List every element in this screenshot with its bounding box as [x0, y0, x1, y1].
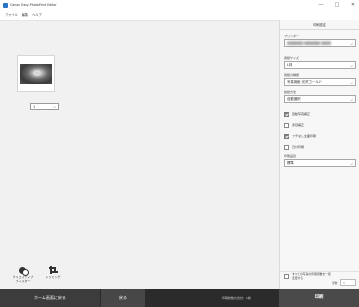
- media-label: 用紙の種類: [284, 73, 300, 77]
- borderless-label: フチなし全面印刷: [292, 134, 317, 138]
- minimize-button[interactable]: —: [317, 0, 325, 10]
- chevron-down-icon: ⌵: [349, 97, 353, 102]
- title-bar: Canon Easy-PhotoPrint Editor — □ ✕: [0, 0, 359, 10]
- printer-value: ■■■■■ ■■■■■ ■■■: [287, 41, 331, 45]
- crop-icon: [48, 266, 58, 275]
- panel-title: 印刷設定: [280, 20, 359, 30]
- checkbox-checked: [284, 133, 289, 139]
- preview-area: 1 ⌵: [0, 20, 279, 299]
- app-window: Canon Easy-PhotoPrint Editor — □ ✕ ファイル …: [0, 0, 359, 307]
- print-button[interactable]: 印刷: [279, 289, 359, 307]
- app-icon: [3, 2, 8, 8]
- creative-filter-icon: [18, 266, 29, 276]
- window-controls: — □ ✕: [317, 0, 357, 10]
- photo-thumbnail[interactable]: [17, 55, 55, 92]
- printer-select[interactable]: ■■■■■ ■■■■■ ■■■ ⌵: [284, 39, 356, 47]
- paper-size-select[interactable]: L判 ⌵: [284, 61, 356, 69]
- quality-label: 印刷品質: [284, 154, 297, 158]
- photo-image: [20, 64, 52, 84]
- creative-filter-button[interactable]: クリエイティブ フィルター: [6, 266, 40, 283]
- media-select[interactable]: 写真用紙 光沢ゴールド ⌵: [284, 78, 356, 86]
- bulk-copies-stepper[interactable]: 1: [340, 279, 356, 286]
- window-title: Canon Easy-PhotoPrint Editor: [10, 3, 57, 7]
- print-settings-panel: 印刷設定 プリンター ■■■■■ ■■■■■ ■■■ ⌵ 用紙サイズ L判 ⌵ …: [279, 20, 359, 271]
- chevron-down-icon: ⌵: [349, 41, 353, 46]
- red-eye-checkbox[interactable]: 赤目補正: [284, 122, 304, 128]
- bulk-copies-section: すべての写真の印刷部数を一括変更する 部数 1: [279, 271, 359, 289]
- paper-size-value: L判: [287, 63, 293, 67]
- checkbox-checked: [284, 111, 289, 117]
- chevron-down-icon: ⌵: [349, 80, 353, 85]
- close-button[interactable]: ✕: [349, 0, 357, 10]
- auto-correct-checkbox[interactable]: 自動写真補正: [284, 111, 310, 117]
- checkbox-unchecked: [284, 144, 289, 150]
- bulk-copies-label: すべての写真の印刷部数を一括変更する: [292, 272, 331, 280]
- date-print-label: 日付印刷: [292, 145, 305, 149]
- home-button[interactable]: ホーム画面に戻る: [0, 289, 100, 307]
- trimming-button[interactable]: トリミング: [40, 266, 66, 279]
- menu-help[interactable]: ヘルプ: [32, 12, 42, 17]
- maximize-button[interactable]: □: [333, 0, 341, 10]
- footer-bar: ホーム画面に戻る 戻る 印刷枚数の合計：1枚 印刷: [0, 289, 359, 307]
- chevron-down-icon: ⌵: [52, 104, 56, 109]
- printer-label: プリンター: [284, 34, 300, 38]
- print-total-label: 印刷枚数の合計：1枚: [222, 296, 251, 300]
- menu-file[interactable]: ファイル: [5, 12, 18, 17]
- borderless-checkbox[interactable]: フチなし全面印刷: [284, 133, 316, 139]
- print-method-select[interactable]: 自動選択 ⌵: [284, 95, 356, 103]
- media-value: 写真用紙 光沢ゴールド: [287, 80, 322, 84]
- menu-edit[interactable]: 編集: [22, 12, 28, 17]
- quality-select[interactable]: 標準 ⌵: [284, 159, 356, 167]
- print-method-label: 給紙方法: [284, 90, 297, 94]
- auto-correct-label: 自動写真補正: [292, 112, 311, 116]
- quality-value: 標準: [287, 161, 294, 165]
- bulk-copies-prefix: 部数: [332, 281, 338, 285]
- paper-size-label: 用紙サイズ: [284, 56, 299, 60]
- chevron-down-icon: ⌵: [349, 63, 353, 68]
- back-button[interactable]: 戻る: [100, 289, 145, 307]
- date-print-checkbox[interactable]: 日付印刷: [284, 144, 304, 150]
- creative-filter-label: クリエイティブ フィルター: [12, 275, 34, 283]
- edit-tools: クリエイティブ フィルター トリミング: [0, 262, 279, 289]
- copies-value: 1: [33, 105, 36, 109]
- checkbox-unchecked: [284, 122, 289, 128]
- menu-bar: ファイル 編集 ヘルプ: [0, 10, 359, 19]
- print-method-value: 自動選択: [287, 97, 301, 101]
- chevron-down-icon: ⌵: [349, 161, 353, 166]
- trimming-label: トリミング: [45, 275, 61, 279]
- bulk-copies-checkbox[interactable]: [284, 274, 289, 279]
- copies-select[interactable]: 1 ⌵: [30, 103, 59, 110]
- red-eye-label: 赤目補正: [292, 123, 305, 127]
